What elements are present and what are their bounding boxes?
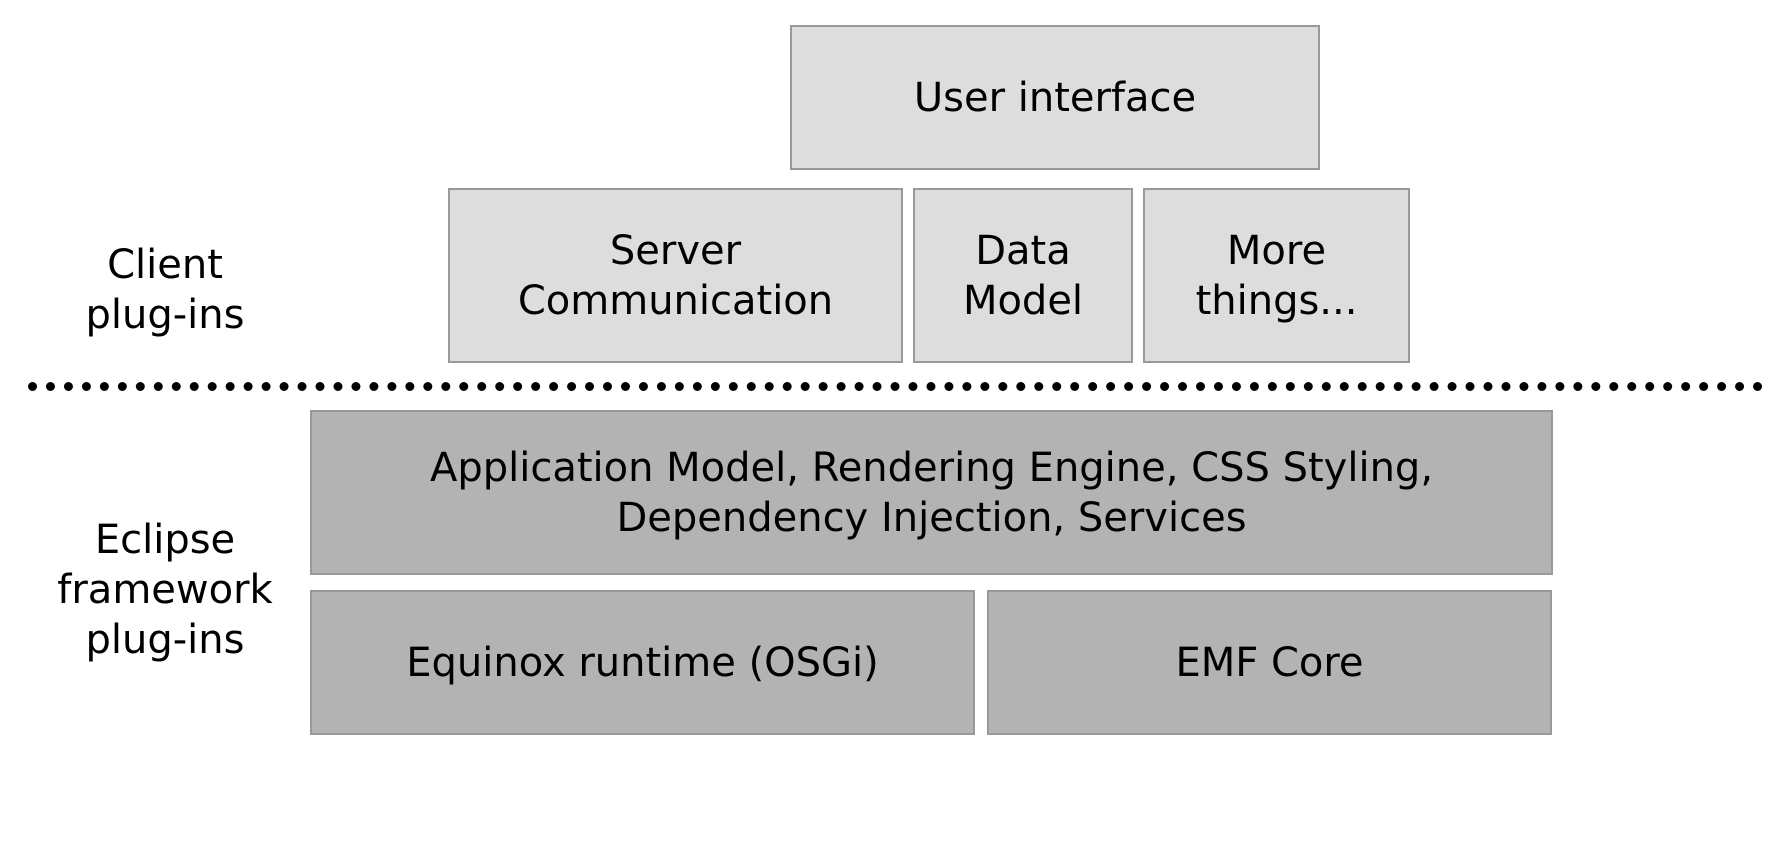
client-plugins-label: Clientplug-ins [35, 240, 295, 340]
server-communication-box: ServerCommunication [448, 188, 903, 363]
more-things-box: Morethings... [1143, 188, 1410, 363]
application-model-box: Application Model, Rendering Engine, CSS… [310, 410, 1553, 575]
emf-core-box: EMF Core [987, 590, 1552, 735]
equinox-runtime-box: Equinox runtime (OSGi) [310, 590, 975, 735]
layer-divider [28, 382, 1763, 391]
data-model-box: DataModel [913, 188, 1133, 363]
user-interface-box: User interface [790, 25, 1320, 170]
eclipse-framework-label: Eclipseframeworkplug-ins [25, 515, 305, 665]
